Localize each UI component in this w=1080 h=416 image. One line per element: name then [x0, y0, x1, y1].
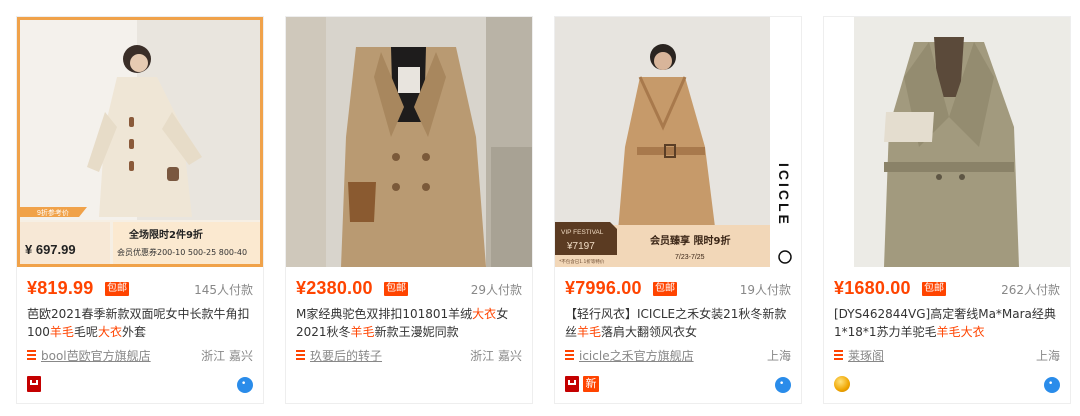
badge-row	[834, 375, 1060, 395]
sales-count: 262人付款	[1001, 283, 1060, 297]
promo-line-1: 会员臻享 限时9折	[650, 234, 730, 247]
wangwang-chat-icon[interactable]	[237, 376, 253, 393]
product-image[interactable]	[824, 17, 1070, 267]
price-row: ¥2380.00 包邮 29人付款	[296, 277, 522, 301]
title-highlight: 羊毛	[577, 325, 602, 339]
free-shipping-badge: 包邮	[384, 282, 408, 296]
title-text: 外套	[121, 325, 146, 339]
price: ¥2380.00	[296, 278, 373, 298]
brand-logo-text: ICICLE	[776, 163, 792, 227]
product-title[interactable]: M家经典驼色双排扣101801羊绒大衣女 2021秋冬羊毛新款王漫妮同款	[296, 305, 522, 341]
shop-icon	[27, 350, 36, 361]
location: 上海	[1035, 349, 1060, 363]
shop-link[interactable]: icicle之禾官方旗舰店	[579, 347, 694, 364]
shop-row: 玖要后的转子 浙江 嘉兴	[296, 347, 522, 365]
title-text: 芭欧2021春季新款双面呢女中长款牛角扣	[27, 307, 250, 321]
promo-price: ¥ 697.99	[25, 242, 76, 257]
product-card[interactable]: ¥1680.00 包邮 262人付款 [DYS462844VG]高定奢线Ma*M…	[823, 16, 1071, 404]
title-text: 落肩大翻领风衣女	[601, 325, 698, 339]
tmall-icon[interactable]	[27, 376, 41, 392]
shop-row: icicle之禾官方旗舰店 上海	[565, 347, 791, 365]
product-image[interactable]: VIP FESTIVAL ¥7197 会员臻享 限时9折 7/23-7/25 *…	[555, 17, 801, 267]
shop-icon	[296, 350, 305, 361]
product-title[interactable]: 芭欧2021春季新款双面呢女中长款牛角扣 100羊毛毛呢大衣外套	[27, 305, 253, 341]
title-highlight: 大衣	[97, 325, 122, 339]
shop-link[interactable]: bool芭欧官方旗舰店	[41, 347, 151, 364]
free-shipping-badge: 包邮	[922, 282, 946, 296]
badge-row	[27, 375, 253, 395]
product-photo	[824, 17, 1070, 267]
title-highlight: 大衣	[472, 307, 497, 321]
free-shipping-badge: 包邮	[105, 282, 129, 296]
product-card[interactable]: ¥2380.00 包邮 29人付款 M家经典驼色双排扣101801羊绒大衣女 2…	[285, 16, 533, 404]
product-image[interactable]	[286, 17, 532, 267]
vip-price: ¥7197	[566, 241, 595, 252]
price: ¥819.99	[27, 278, 94, 298]
sales-count: 19人付款	[739, 283, 791, 297]
shop-link[interactable]: 莱琢阁	[848, 347, 884, 364]
product-photo: VIP FESTIVAL ¥7197 会员臻享 限时9折 7/23-7/25 *…	[555, 17, 801, 267]
price-row: ¥819.99 包邮 145人付款	[27, 277, 253, 301]
title-text: 100	[27, 325, 50, 339]
product-grid: 9折参考价 ¥ 697.99 全场限时2件9折 会员优惠券200-10 500-…	[0, 0, 1080, 416]
promo-note: *不包含已1.1折等特价	[559, 258, 605, 265]
product-card[interactable]: VIP FESTIVAL ¥7197 会员臻享 限时9折 7/23-7/25 *…	[554, 16, 802, 404]
shop-icon	[565, 350, 574, 361]
wangwang-chat-icon[interactable]	[775, 376, 791, 393]
title-text: M家经典驼色双排扣101801羊绒	[296, 307, 473, 321]
location: 浙江 嘉兴	[470, 349, 522, 363]
title-highlight: 羊毛	[936, 325, 961, 339]
shop-icon	[834, 350, 843, 361]
vip-tag: VIP FESTIVAL	[561, 229, 604, 236]
gold-seller-icon[interactable]	[834, 376, 850, 392]
product-card[interactable]: 9折参考价 ¥ 697.99 全场限时2件9折 会员优惠券200-10 500-…	[16, 16, 264, 404]
wangwang-chat-icon[interactable]	[1044, 376, 1060, 393]
discount-tag-text: 9折参考价	[37, 208, 69, 217]
title-highlight: 大衣	[960, 325, 985, 339]
product-title[interactable]: 【轻行风衣】ICICLE之禾女装21秋冬新款 丝羊毛落肩大翻领风衣女	[565, 305, 791, 341]
shop-link[interactable]: 玖要后的转子	[310, 347, 382, 364]
price-row: ¥1680.00 包邮 262人付款	[834, 277, 1060, 301]
tmall-icon[interactable]	[565, 376, 579, 392]
promo-line-2: 7/23-7/25	[675, 254, 705, 261]
price: ¥7996.00	[565, 278, 642, 298]
shop-row: 莱琢阁 上海	[834, 347, 1060, 365]
shop-row: bool芭欧官方旗舰店 浙江 嘉兴	[27, 347, 253, 365]
title-highlight: 羊毛	[350, 325, 375, 339]
promo-line-2: 会员优惠券200-10 500-25 800-40	[117, 247, 247, 257]
promo-line-1: 全场限时2件9折	[128, 228, 203, 241]
title-highlight: 羊毛	[49, 325, 74, 339]
location: 浙江 嘉兴	[201, 349, 253, 363]
free-shipping-badge: 包邮	[653, 282, 677, 296]
product-image[interactable]: 9折参考价 ¥ 697.99 全场限时2件9折 会员优惠券200-10 500-…	[17, 17, 263, 267]
product-title[interactable]: [DYS462844VG]高定奢线Ma*Mara经典 1*18*1苏力羊驼毛羊毛…	[834, 305, 1060, 341]
title-text: 新款王漫妮同款	[374, 325, 459, 339]
sales-count: 29人付款	[470, 283, 522, 297]
product-photo	[286, 17, 532, 267]
product-photo: 9折参考价 ¥ 697.99 全场限时2件9折 会员优惠券200-10 500-…	[17, 17, 263, 267]
new-badge: 新	[583, 376, 599, 392]
price-row: ¥7996.00 包邮 19人付款	[565, 277, 791, 301]
location: 上海	[766, 349, 791, 363]
badge-row: 新	[565, 375, 791, 395]
sales-count: 145人付款	[194, 283, 253, 297]
price: ¥1680.00	[834, 278, 911, 298]
title-text: 毛呢	[73, 325, 98, 339]
